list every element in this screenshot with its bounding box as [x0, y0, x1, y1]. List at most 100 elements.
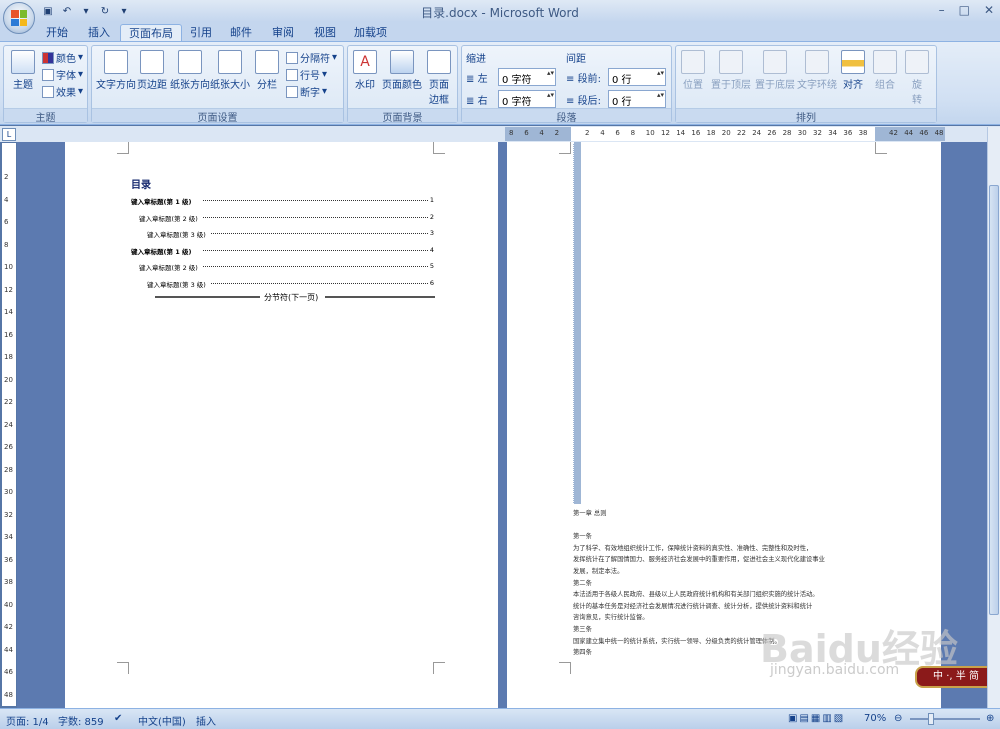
ruler-tick: 2	[4, 173, 9, 181]
hyphenation-button[interactable]: 断字 ▾	[286, 84, 327, 99]
group-button[interactable]: 组合	[870, 50, 900, 91]
spacing-label: 间距	[566, 54, 586, 65]
insert-mode[interactable]: 插入	[196, 713, 216, 728]
text-direction-button[interactable]: 文字方向	[96, 50, 136, 91]
theme-effects-button[interactable]: 效果 ▾	[42, 84, 83, 99]
vertical-ruler[interactable]: 2 4 6 8 10 12 14 16 18 20 22 24 26 28 30 32 34 36 38 40 42 44…	[2, 143, 16, 706]
zoom-in-icon[interactable]: ⊕	[986, 713, 994, 724]
tab-home[interactable]: 开始	[38, 24, 76, 42]
ruler-tick: 22	[737, 129, 746, 137]
minimize-button[interactable]: –	[939, 3, 945, 17]
group-label: 主题	[4, 108, 87, 124]
zoom-level[interactable]: 70%	[864, 713, 886, 724]
ruler-tick: 6	[4, 218, 9, 226]
toc-entry[interactable]: 键入章标题(第 2 级) 2	[139, 213, 436, 223]
ruler-tick: 16	[4, 330, 13, 339]
close-button[interactable]: ✕	[984, 3, 994, 17]
ime-toolbar[interactable]: 中 ·, 半 简	[915, 666, 997, 688]
ruler-tick: 48	[934, 129, 944, 137]
spacing-before-input[interactable]: 0 行	[608, 68, 666, 86]
maximize-button[interactable]: □	[959, 3, 970, 17]
tab-selector-button[interactable]: L	[2, 128, 16, 141]
ruler-tick: 2	[554, 129, 560, 137]
indent-right-input[interactable]: 0 字符	[498, 90, 556, 108]
ruler-tick: 18	[706, 129, 716, 137]
proofing-icon[interactable]: ✔	[114, 713, 122, 724]
indent-left-input[interactable]: 0 字符	[498, 68, 556, 86]
vertical-scrollbar[interactable]	[987, 127, 1000, 708]
toc-entry[interactable]: 键入章标题(第 3 级) 3	[147, 229, 436, 239]
bring-front-icon	[719, 50, 743, 74]
ruler-tick: 34	[4, 533, 13, 541]
section-break-line	[325, 296, 435, 298]
toc-entry[interactable]: 键入章标题(第 1 级) 1	[131, 196, 436, 206]
position-icon	[681, 50, 705, 74]
ribbon-tabs: 开始 插入 页面布局 引用 邮件 审阅 视图 加载项	[0, 22, 1000, 42]
zoom-slider-thumb[interactable]	[928, 713, 934, 725]
group-icon	[873, 50, 897, 74]
toc-page-number: 1	[429, 196, 434, 204]
tab-view[interactable]: 视图	[306, 24, 344, 42]
horizontal-ruler[interactable]: 8 6 4 2 2 4 6 8 10 12 14 16 18 20 22 24 26 28 30 32 34 36 38 42…	[505, 127, 945, 141]
toc-entry-text: 键入章标题(第 1 级)	[131, 198, 192, 206]
orientation-button[interactable]: 纸张方向	[170, 50, 210, 91]
ruler-tick: 8	[4, 240, 9, 249]
page-borders-button[interactable]: 页面 边框	[424, 50, 454, 106]
ruler-tick: 4	[4, 195, 9, 204]
theme-icon	[11, 50, 35, 74]
breaks-button[interactable]: 分隔符 ▾	[286, 50, 337, 65]
page-color-button[interactable]: 页面颜色	[382, 50, 422, 91]
toc-entry[interactable]: 键入章标题(第 1 级) 4	[131, 246, 436, 256]
position-button[interactable]: 位置	[678, 50, 708, 91]
margins-button[interactable]: 页边距	[136, 50, 168, 91]
ruler-tick: 10	[645, 129, 655, 137]
ruler-tick: 8	[630, 129, 636, 137]
send-to-back-button[interactable]: 置于底层	[754, 50, 796, 91]
spacing-after-input[interactable]: 0 行	[608, 90, 666, 108]
view-buttons-icon[interactable]: ▣▤▦▥▧	[788, 713, 845, 724]
section-break-line	[155, 296, 260, 298]
crop-mark	[875, 142, 887, 154]
tab-page-layout[interactable]: 页面布局	[120, 24, 182, 42]
word-count[interactable]: 字数: 859	[58, 713, 104, 728]
columns-button[interactable]: 分栏	[252, 50, 282, 91]
theme-colors-button[interactable]: 颜色 ▾	[42, 50, 83, 65]
align-button[interactable]: 对齐	[838, 50, 868, 91]
rotate-button[interactable]: 旋 转	[902, 50, 932, 106]
ruler-tick: 12	[661, 129, 670, 137]
watermark-button[interactable]: A 水印	[350, 50, 380, 91]
toc-entry[interactable]: 键入章标题(第 2 级) 5	[139, 262, 436, 272]
toc-leader	[203, 262, 428, 267]
scrollbar-thumb[interactable]	[989, 185, 999, 615]
toc-entry[interactable]: 键入章标题(第 3 级) 6	[147, 279, 436, 289]
ruler-tick: 4	[539, 129, 544, 137]
page-count[interactable]: 页面: 1/4	[6, 713, 49, 728]
theme-fonts-button[interactable]: 字体 ▾	[42, 67, 83, 82]
tab-references[interactable]: 引用	[182, 24, 220, 42]
tab-insert[interactable]: 插入	[80, 24, 118, 42]
zoom-out-icon[interactable]: ⊖	[894, 713, 902, 724]
indent-label: 缩进	[466, 54, 486, 65]
bring-to-front-button[interactable]: 置于顶层	[710, 50, 752, 91]
size-button[interactable]: 纸张大小	[210, 50, 250, 91]
ruler-tick: 22	[4, 398, 13, 406]
page-color-icon	[390, 50, 414, 74]
tab-addins[interactable]: 加载项	[346, 24, 395, 42]
ruler-tick: 32	[4, 510, 13, 519]
ruler-tick: 24	[4, 420, 13, 429]
text-wrap-button[interactable]: 文字环绕	[796, 50, 838, 91]
ruler-tick: 48	[4, 690, 13, 699]
text-line: 发展，制定本法。	[573, 568, 624, 575]
theme-button[interactable]: 主题	[8, 50, 38, 91]
toc-leader	[203, 213, 428, 218]
line-numbers-button[interactable]: 行号 ▾	[286, 67, 327, 82]
tab-review[interactable]: 审阅	[264, 24, 302, 42]
language[interactable]: 中文(中国)	[138, 713, 186, 728]
zoom-slider[interactable]	[910, 718, 980, 720]
office-button[interactable]	[3, 2, 35, 34]
page-1[interactable]: 目录 键入章标题(第 1 级) 1 键入章标题(第 2 级) 2 键入章标题(第 3 级…	[65, 142, 498, 708]
tab-mailings[interactable]: 邮件	[222, 24, 260, 42]
text-line: 第一章 总则	[573, 510, 607, 517]
ruler-tick: 14	[4, 308, 13, 316]
group-paragraph: 缩进 ≣ 左 0 字符 ≣ 右 0 字符 间距 ≡ 段前: 0 行 ≡ 段后: …	[461, 45, 672, 124]
